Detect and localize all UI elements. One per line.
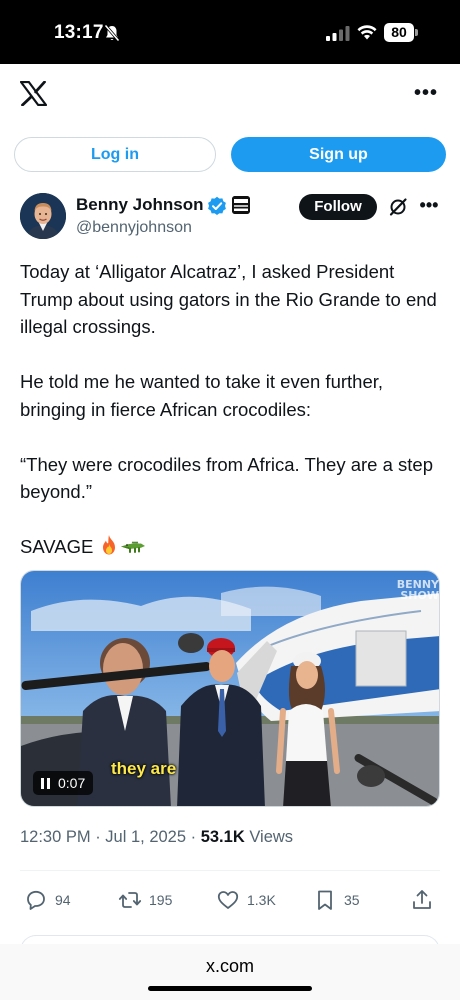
fire-emoji	[103, 535, 116, 555]
bell-off-icon	[104, 24, 120, 42]
follow-button[interactable]: Follow	[299, 194, 377, 220]
home-indicator[interactable]	[148, 986, 312, 991]
views-label: Views	[249, 828, 294, 846]
tweet-paragraph: He told me he wanted to take it even fur…	[20, 371, 384, 420]
avatar[interactable]	[20, 193, 66, 239]
tweet-paragraph: SAVAGE	[20, 536, 94, 557]
affiliate-badge-icon	[232, 196, 250, 214]
views-count: 53.1K	[200, 828, 245, 846]
bookmark-count: 35	[344, 892, 360, 908]
battery-nub	[415, 29, 418, 36]
tweet-paragraph: “They were crocodiles from Africa. They …	[20, 453, 433, 503]
author-handle[interactable]: @bennyjohnson	[76, 219, 192, 237]
cellular-signal-icon	[326, 26, 350, 41]
video-caption: they are	[111, 759, 177, 778]
tweet-last-line: SAVAGE	[20, 533, 444, 561]
tweet-more-options-icon[interactable]: •••	[418, 196, 440, 216]
signup-button[interactable]: Sign up	[231, 137, 446, 172]
video-player[interactable]: BENNY SHOW they are 0:07	[20, 570, 440, 807]
tweet-timestamp[interactable]: 12:30 PM · Jul 1, 2025 · 53.1K Views	[20, 828, 293, 847]
repost-count: 195	[149, 892, 173, 908]
divider	[20, 870, 440, 871]
repost-icon	[118, 892, 142, 908]
browser-url[interactable]: x.com	[0, 956, 460, 977]
more-options-icon[interactable]: •••	[414, 82, 438, 104]
x-logo[interactable]	[20, 81, 47, 106]
status-time: 13:17	[54, 22, 104, 43]
tweet-date: Jul 1, 2025	[105, 828, 187, 846]
video-duration: 0:07	[58, 775, 86, 791]
video-timer[interactable]: 0:07	[33, 771, 94, 795]
crocodile-emoji	[121, 541, 146, 553]
avatar-image	[20, 193, 66, 239]
reply-icon	[27, 890, 45, 910]
share-icon	[413, 890, 431, 909]
tweet-time: 12:30 PM	[20, 828, 91, 846]
like-count: 1.3K	[247, 892, 276, 908]
author-name[interactable]: Benny Johnson	[76, 195, 204, 215]
grok-icon[interactable]	[388, 197, 408, 217]
login-button[interactable]: Log in	[14, 137, 216, 172]
wifi-icon	[357, 25, 377, 40]
video-watermark: BENNY SHOW	[375, 579, 439, 601]
pause-icon[interactable]	[41, 778, 50, 789]
battery-indicator: 80	[384, 23, 418, 42]
bookmark-icon	[318, 890, 332, 910]
browser-address-bar[interactable]: x.com	[0, 944, 460, 1000]
tweet-text: Today at ‘Alligator Alcatraz’, I asked P…	[20, 258, 444, 561]
reply-count: 94	[55, 892, 71, 908]
status-bar: 13:17 80	[0, 0, 460, 64]
heart-icon	[217, 891, 239, 909]
battery-level: 80	[384, 23, 414, 42]
verified-badge-icon	[208, 196, 226, 215]
tweet-paragraph: Today at ‘Alligator Alcatraz’, I asked P…	[20, 261, 437, 337]
watermark-line: SHOW	[400, 589, 439, 602]
